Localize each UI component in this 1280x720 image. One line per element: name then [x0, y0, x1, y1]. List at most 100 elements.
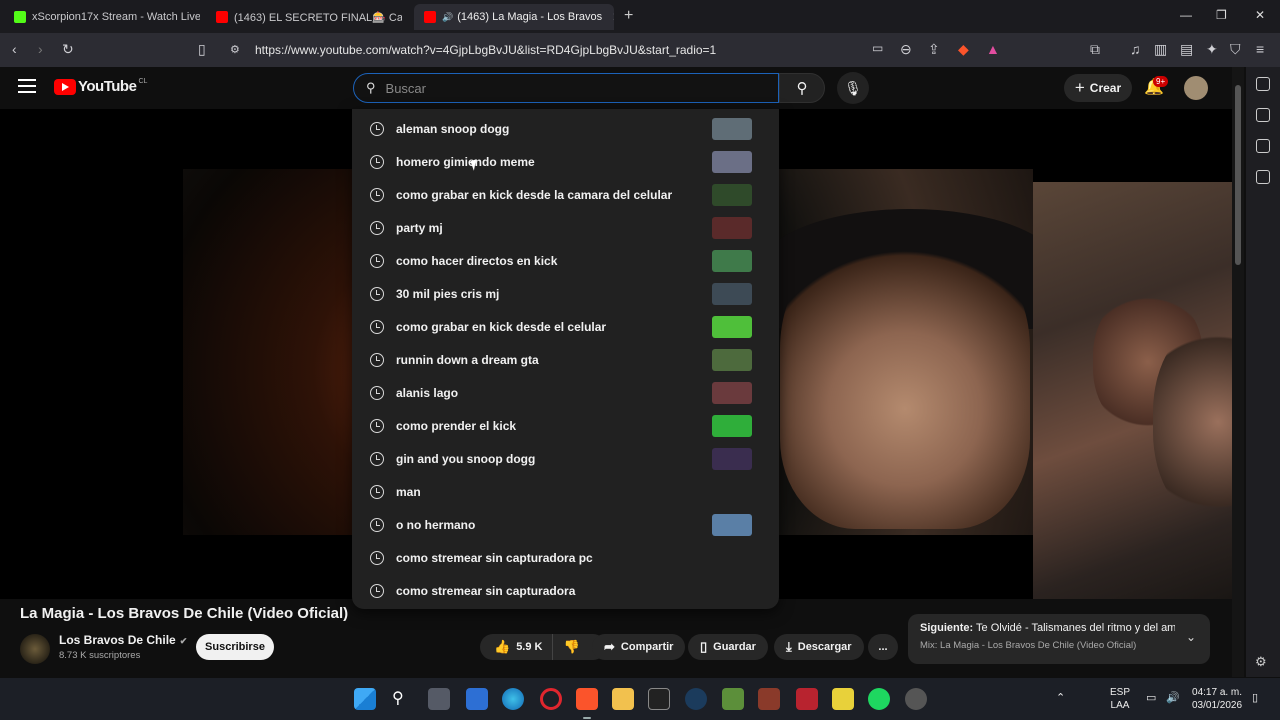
download-button[interactable]: ⤓ Descargar — [774, 634, 864, 660]
tray-overflow-icon[interactable]: ⌃ — [1056, 692, 1065, 705]
suggestion-item[interactable]: homero gimiendo meme — [352, 145, 779, 178]
suggestion-thumbnail[interactable] — [712, 382, 752, 404]
back-icon[interactable]: ‹ — [12, 41, 17, 57]
search-icon[interactable]: ⚲ — [392, 688, 414, 710]
suggestion-item[interactable]: alanis lago — [352, 376, 779, 409]
network-icon[interactable]: ▭ — [1146, 692, 1156, 705]
store-icon[interactable] — [466, 688, 488, 710]
task-view-icon[interactable] — [428, 688, 450, 710]
suggestion-thumbnail[interactable] — [712, 250, 752, 272]
minimize-button[interactable]: — — [1180, 8, 1192, 22]
close-window-button[interactable]: ✕ — [1255, 8, 1265, 22]
subscribe-button[interactable]: Suscribirse — [196, 634, 274, 660]
search-button[interactable]: ⚲ — [779, 73, 825, 103]
bookmark-icon[interactable]: ▯ — [198, 41, 206, 58]
tab-youtube-la-magia[interactable]: 🔊 (1463) La Magia - Los Bravos ✕ — [414, 4, 614, 30]
side-panel-icon[interactable] — [1256, 77, 1270, 91]
screenshot-icon[interactable]: ⧉ — [1090, 41, 1100, 58]
account-avatar[interactable] — [1184, 76, 1208, 100]
like-button[interactable]: 👍 5.9 K — [480, 634, 554, 660]
suggestion-item[interactable]: como prender el kick — [352, 409, 779, 442]
epic-games-icon[interactable] — [648, 688, 670, 710]
suggestion-item[interactable]: como stremear sin capturadora pc — [352, 541, 779, 574]
close-tab-icon[interactable]: ✕ — [612, 10, 614, 24]
opera-icon[interactable] — [540, 688, 562, 710]
leo-ai-icon[interactable]: ✦ — [1206, 41, 1218, 58]
more-actions-button[interactable]: ... — [868, 634, 898, 660]
side-panel-icon[interactable] — [1256, 108, 1270, 122]
suggestion-item[interactable]: runnin down a dream gta — [352, 343, 779, 376]
game-app-icon[interactable] — [796, 688, 818, 710]
scrollbar-thumb[interactable] — [1235, 85, 1241, 265]
suggestion-thumbnail[interactable] — [712, 415, 752, 437]
address-bar[interactable]: https://www.youtube.com/watch?v=4GjpLbgB… — [255, 43, 716, 57]
settings-app-icon[interactable] — [905, 688, 927, 710]
suggestion-thumbnail[interactable] — [712, 118, 752, 140]
save-button[interactable]: ▯ Guardar — [688, 634, 768, 660]
suggestion-thumbnail[interactable] — [712, 151, 752, 173]
suggestion-thumbnail[interactable] — [712, 349, 752, 371]
brave-rewards-icon[interactable]: ▲ — [986, 41, 1000, 57]
sidebar-icon[interactable]: ▥ — [1154, 41, 1167, 58]
edge-icon[interactable] — [502, 688, 524, 710]
suggestion-item[interactable]: como grabar en kick desde el celular — [352, 310, 779, 343]
suggestion-thumbnail[interactable] — [712, 184, 752, 206]
file-explorer-icon[interactable] — [612, 688, 634, 710]
minecraft-icon[interactable] — [722, 688, 744, 710]
suggestion-item[interactable]: como hacer directos en kick — [352, 244, 779, 277]
gear-icon[interactable]: ⚙ — [1255, 654, 1267, 670]
search-box[interactable]: ⚲ — [353, 73, 779, 103]
vpn-icon[interactable]: ⛉ — [1230, 41, 1241, 58]
channel-name[interactable]: Los Bravos De Chile ✔ — [59, 633, 187, 647]
wallet-icon[interactable]: ▤ — [1180, 41, 1193, 58]
youtube-logo[interactable]: YouTube CL — [54, 78, 147, 95]
dislike-button[interactable]: 👎 — [553, 639, 589, 655]
forward-icon[interactable]: › — [38, 41, 43, 57]
suggestion-item[interactable]: como grabar en kick desde la camara del … — [352, 178, 779, 211]
game-app-icon[interactable] — [758, 688, 780, 710]
suggestion-item[interactable]: party mj — [352, 211, 779, 244]
maximize-button[interactable]: ❐ — [1216, 8, 1227, 22]
site-settings-icon[interactable]: ⚙ — [230, 43, 240, 56]
voice-search-button[interactable]: 🎙 — [837, 72, 869, 104]
reload-icon[interactable]: ↻ — [62, 41, 74, 58]
chevron-down-icon[interactable]: ⌄ — [1186, 630, 1196, 644]
search-input[interactable] — [385, 80, 746, 96]
menu-icon[interactable]: ≡ — [1256, 41, 1264, 57]
brave-icon[interactable] — [576, 688, 598, 710]
brave-shields-icon[interactable]: ◆ — [958, 41, 969, 58]
suggestion-thumbnail[interactable] — [712, 217, 752, 239]
spotify-icon[interactable] — [868, 688, 890, 710]
new-tab-button[interactable]: + — [624, 7, 633, 25]
suggestion-item[interactable]: aleman snoop dogg — [352, 112, 779, 145]
suggestion-thumbnail[interactable] — [712, 283, 752, 305]
tab-youtube-secreto[interactable]: (1463) EL SECRETO FINAL🎰 Capítulo — [212, 4, 402, 30]
suggestion-item[interactable]: gin and you snoop dogg — [352, 442, 779, 475]
side-panel-icon[interactable] — [1256, 139, 1270, 153]
steam-icon[interactable] — [685, 688, 707, 710]
notification-center-icon[interactable]: ▯ — [1252, 692, 1258, 705]
suggestion-item[interactable]: como stremear sin capturadora — [352, 574, 779, 607]
suggestion-item[interactable]: man — [352, 475, 779, 508]
next-video-card[interactable]: Siguiente: Te Olvidé - Talismanes del ri… — [908, 614, 1210, 664]
zoom-icon[interactable]: ⊖ — [900, 41, 912, 58]
cast-icon[interactable]: ▭ — [872, 41, 883, 55]
windows-start-icon[interactable] — [354, 688, 376, 710]
media-icon[interactable]: ♫ — [1130, 41, 1141, 57]
share-icon[interactable]: ⇪ — [928, 41, 940, 58]
channel-name-text[interactable]: Los Bravos De Chile — [59, 633, 176, 647]
game-app-icon[interactable] — [832, 688, 854, 710]
channel-avatar[interactable] — [20, 634, 50, 664]
volume-icon[interactable]: 🔊 — [1166, 692, 1180, 705]
tab-kick-stream[interactable]: xScorpion17x Stream - Watch Live — [10, 4, 200, 30]
hamburger-menu-icon[interactable] — [18, 79, 36, 93]
clock[interactable]: 04:17 a. m. 03/01/2026 — [1192, 686, 1242, 712]
language-indicator[interactable]: ESP LAA — [1110, 686, 1130, 712]
page-scrollbar[interactable] — [1232, 67, 1244, 677]
suggestion-thumbnail[interactable] — [712, 316, 752, 338]
suggestion-item[interactable]: o no hermano — [352, 508, 779, 541]
suggestion-thumbnail[interactable] — [712, 514, 752, 536]
side-panel-icon[interactable] — [1256, 170, 1270, 184]
suggestion-thumbnail[interactable] — [712, 448, 752, 470]
create-button[interactable]: + Crear — [1064, 74, 1132, 102]
